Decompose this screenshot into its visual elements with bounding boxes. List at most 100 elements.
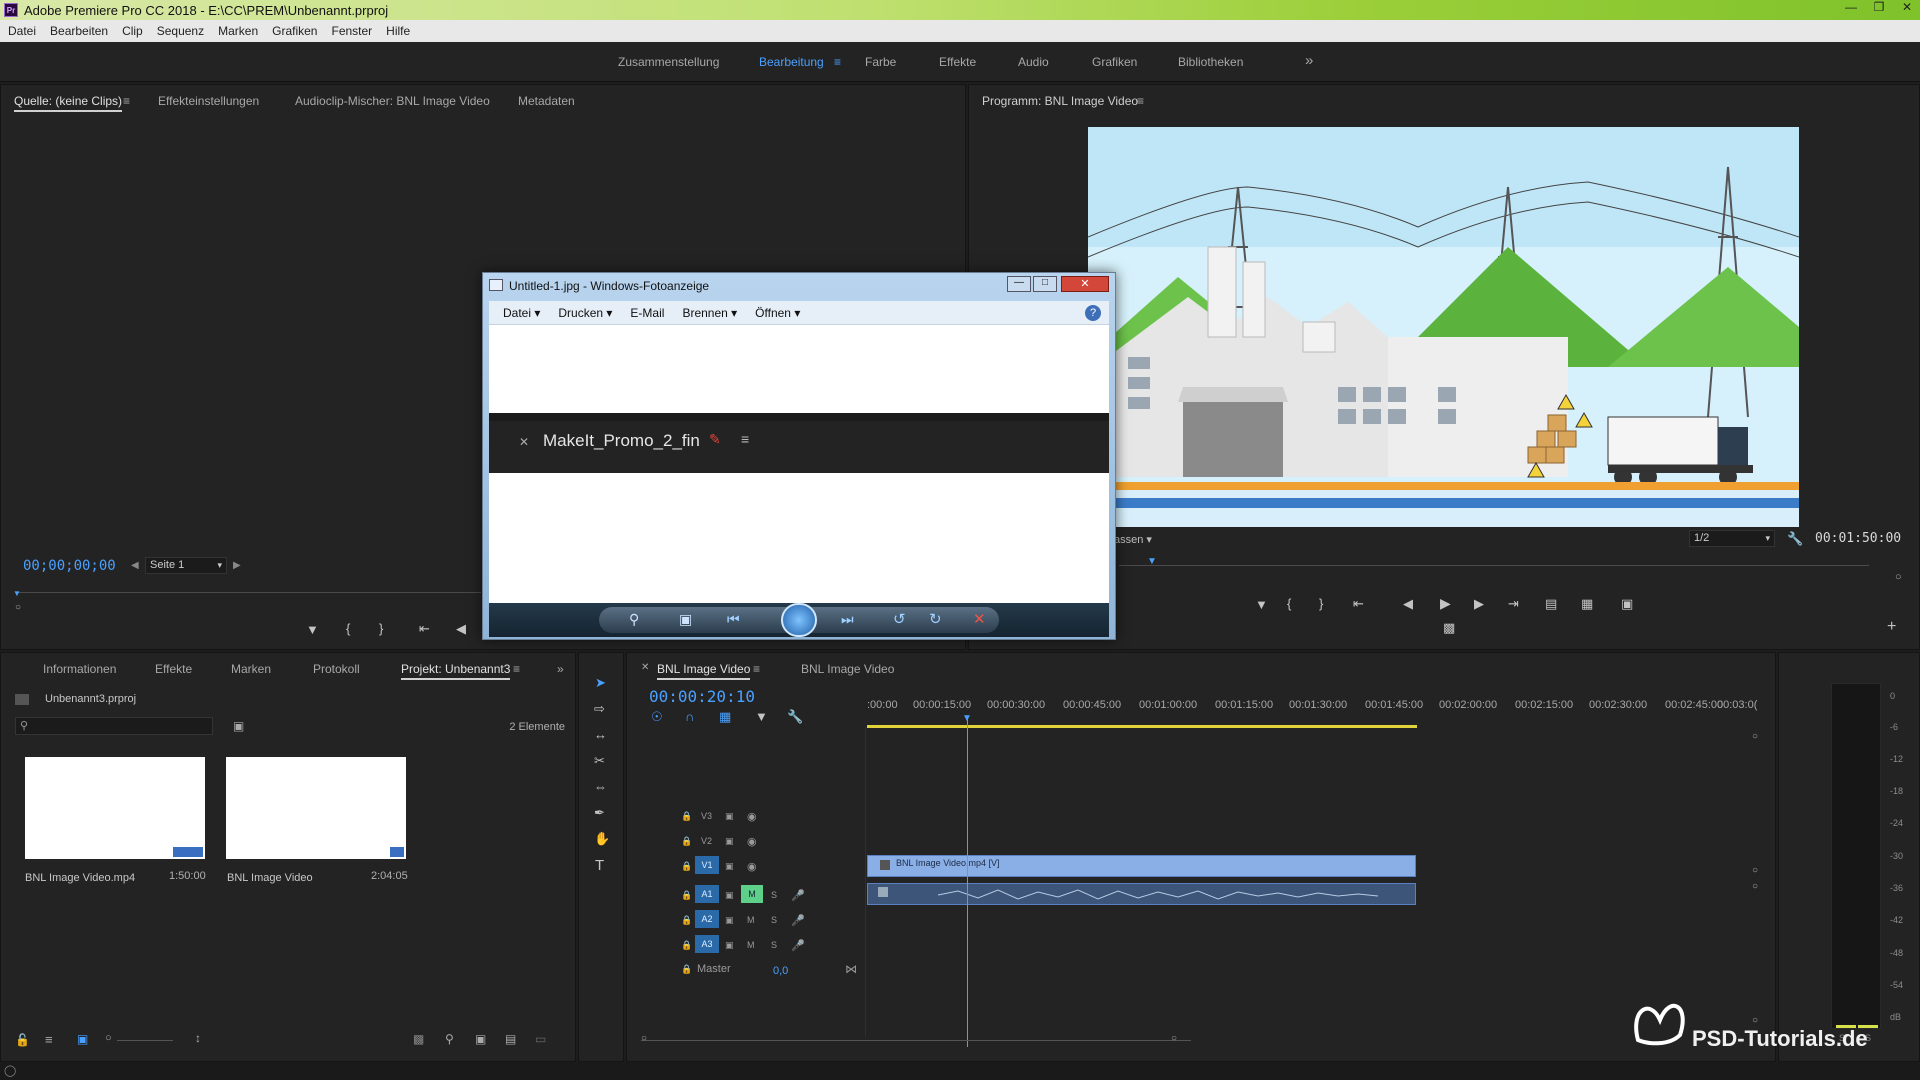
master-go-to-icon[interactable]: ⋈: [845, 962, 857, 976]
source-timecode[interactable]: 00;00;00;00: [23, 558, 116, 574]
fit-select[interactable]: assen ▾: [1114, 533, 1152, 546]
track-label-v1[interactable]: V1: [695, 856, 719, 874]
project-item-thumbnail[interactable]: [226, 757, 406, 859]
mute-button-a3[interactable]: M: [747, 940, 755, 950]
trash-icon[interactable]: ▭: [535, 1032, 546, 1046]
eye-icon[interactable]: ◉: [747, 810, 757, 823]
close-tab-icon[interactable]: ✕: [641, 662, 649, 673]
rotate-right-icon[interactable]: ↻: [929, 610, 942, 628]
photo-menu-datei[interactable]: Datei ▾: [503, 306, 540, 320]
workspace-effekte[interactable]: Effekte: [939, 55, 976, 69]
minimize-icon[interactable]: —: [1844, 0, 1858, 14]
find-icon[interactable]: ⚲: [445, 1032, 454, 1046]
lock-icon[interactable]: 🔒: [681, 811, 692, 822]
tab-source[interactable]: Quelle: (keine Clips): [14, 94, 123, 112]
workspace-farbe[interactable]: Farbe: [865, 55, 896, 69]
project-item-thumbnail[interactable]: [25, 757, 205, 859]
automate-icon[interactable]: ▩: [413, 1032, 424, 1046]
menu-fenster[interactable]: Fenster: [331, 24, 372, 38]
vertical-scroll-handle[interactable]: ○: [1752, 1015, 1758, 1026]
tab-effekteinstellungen[interactable]: Effekteinstellungen: [158, 94, 259, 108]
lock-icon[interactable]: 🔒: [681, 861, 692, 872]
menu-clip[interactable]: Clip: [122, 24, 143, 38]
tab-protokoll[interactable]: Protokoll: [313, 662, 360, 676]
extract-icon[interactable]: ▦: [1581, 596, 1593, 612]
project-item-name[interactable]: BNL Image Video.mp4: [25, 872, 135, 884]
photo-viewer-titlebar[interactable]: Untitled-1.jpg - Windows-Fotoanzeige — □…: [483, 273, 1115, 299]
track-select-tool-icon[interactable]: ⇨: [594, 701, 605, 717]
vertical-scroll-handle[interactable]: ○: [1752, 881, 1758, 892]
master-volume-value[interactable]: 0,0: [773, 965, 788, 977]
mark-out-icon[interactable]: }: [1319, 596, 1323, 611]
scroll-start-handle[interactable]: ○: [641, 1033, 647, 1044]
workspace-bibliotheken[interactable]: Bibliotheken: [1178, 55, 1243, 69]
lock-icon[interactable]: 🔒: [681, 940, 692, 951]
slideshow-button[interactable]: [781, 603, 817, 637]
razor-tool-icon[interactable]: ✂: [594, 753, 605, 769]
workspace-bearbeitung[interactable]: Bearbeitung: [759, 55, 824, 69]
resolution-select[interactable]: 1/2 ▾: [1689, 530, 1775, 547]
ripple-edit-tool-icon[interactable]: ↔: [594, 727, 607, 742]
wrench-icon[interactable]: 🔧: [1787, 531, 1803, 547]
program-menu-icon[interactable]: ≡: [1137, 94, 1144, 108]
pen-tool-icon[interactable]: ✒: [594, 805, 605, 821]
mark-in-icon[interactable]: {: [1287, 596, 1291, 611]
solo-button-a3[interactable]: S: [771, 940, 777, 950]
list-view-icon[interactable]: ≡: [45, 1032, 53, 1047]
tab-effekte[interactable]: Effekte: [155, 662, 192, 676]
microphone-icon[interactable]: 🎤: [791, 914, 805, 927]
horizontal-scrollbar[interactable]: [641, 1040, 1191, 1041]
lock-icon[interactable]: 🔒: [681, 915, 692, 926]
export-frame-icon[interactable]: ▣: [1621, 596, 1633, 612]
workspace-audio[interactable]: Audio: [1018, 55, 1049, 69]
track-label-a3[interactable]: A3: [695, 935, 719, 953]
photo-viewer-window[interactable]: Untitled-1.jpg - Windows-Fotoanzeige — □…: [482, 272, 1116, 640]
sync-lock-icon[interactable]: ▣: [725, 915, 734, 926]
menu-marken[interactable]: Marken: [218, 24, 258, 38]
next-icon[interactable]: ⏭: [841, 611, 854, 628]
eye-icon[interactable]: ◉: [747, 860, 757, 873]
rotate-left-icon[interactable]: ↺: [893, 610, 906, 628]
icon-view-icon[interactable]: ▣: [77, 1032, 88, 1046]
step-forward-icon[interactable]: ▶: [1474, 596, 1484, 612]
close-icon[interactable]: ✕: [1061, 276, 1109, 292]
workspace-zusammenstellung[interactable]: Zusammenstellung: [618, 55, 719, 69]
program-video-frame[interactable]: [1088, 127, 1799, 527]
mark-out-icon[interactable]: }: [379, 621, 383, 636]
track-label-a2[interactable]: A2: [695, 910, 719, 928]
project-search-input[interactable]: ⚲: [15, 717, 213, 735]
more-panels-button[interactable]: »: [557, 662, 564, 676]
selection-tool-icon[interactable]: ➤: [595, 675, 606, 691]
maximize-icon[interactable]: □: [1033, 276, 1057, 292]
lock-icon[interactable]: 🔒: [681, 964, 692, 975]
workspace-grafiken[interactable]: Grafiken: [1092, 55, 1137, 69]
menu-bearbeiten[interactable]: Bearbeiten: [50, 24, 108, 38]
menu-hilfe[interactable]: Hilfe: [386, 24, 410, 38]
sync-lock-icon[interactable]: ▣: [725, 940, 734, 951]
scroll-end-handle[interactable]: ○: [1171, 1033, 1177, 1044]
button-editor-icon[interactable]: +: [1887, 618, 1896, 636]
maximize-icon[interactable]: ❐: [1872, 0, 1886, 14]
tab-marken[interactable]: Marken: [231, 662, 271, 676]
program-ruler[interactable]: [1119, 565, 1869, 566]
mute-button-a2[interactable]: M: [747, 915, 755, 925]
add-marker-icon[interactable]: ▼: [755, 709, 768, 724]
zoom-slider[interactable]: [117, 1040, 173, 1041]
program-zoom-handle[interactable]: ○: [1895, 571, 1902, 583]
menu-datei[interactable]: Datei: [8, 24, 36, 38]
mark-in-icon[interactable]: {: [346, 621, 350, 636]
help-icon[interactable]: ?: [1085, 305, 1101, 321]
new-bin-icon[interactable]: ▣: [475, 1032, 486, 1046]
workspace-menu-icon[interactable]: ≡: [834, 55, 841, 69]
menu-grafiken[interactable]: Grafiken: [272, 24, 317, 38]
program-playhead[interactable]: ▼: [1147, 556, 1157, 567]
snap-icon[interactable]: ∩: [685, 709, 694, 724]
type-tool-icon[interactable]: T: [595, 857, 604, 874]
sync-lock-icon[interactable]: ▣: [725, 811, 734, 822]
page-select[interactable]: Seite 1 ▾: [145, 557, 227, 574]
sync-lock-icon[interactable]: ▣: [725, 890, 734, 901]
photo-menu-brennen[interactable]: Brennen ▾: [682, 306, 737, 320]
step-back-icon[interactable]: ◀: [1403, 596, 1413, 612]
new-item-icon[interactable]: ▤: [505, 1032, 516, 1046]
solo-button-a2[interactable]: S: [771, 915, 777, 925]
